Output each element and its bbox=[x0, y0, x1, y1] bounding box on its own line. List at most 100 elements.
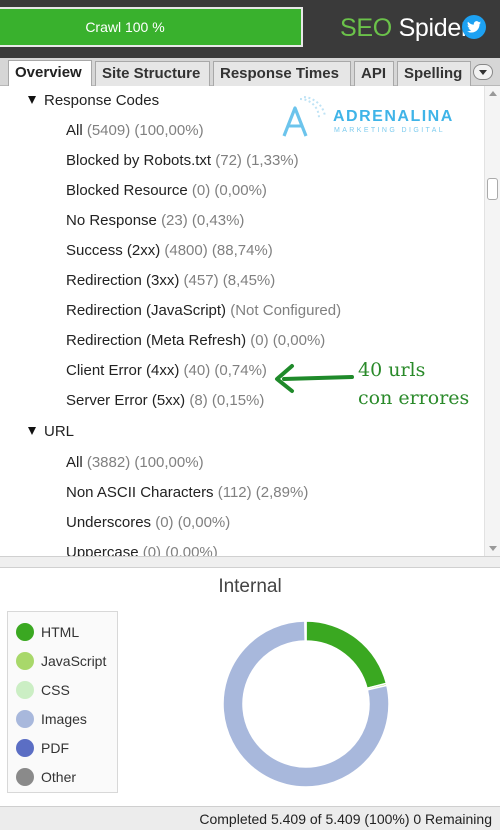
tree-item-redirection[interactable]: Redirection (3xx) (457) (8,45%) bbox=[66, 266, 275, 296]
status-text: Completed 5.409 of 5.409 (100%) 0 Remain… bbox=[199, 811, 492, 827]
legend-label: Images bbox=[41, 711, 87, 727]
crawl-progress-bar: Crawl 100 % bbox=[0, 7, 303, 47]
tree-item-count: (8) (0,15%) bbox=[189, 392, 265, 409]
scroll-thumb[interactable] bbox=[487, 178, 498, 200]
tree-item-label: Non ASCII Characters bbox=[66, 484, 214, 501]
internal-donut-chart bbox=[222, 620, 390, 788]
tab-response-times[interactable]: Response Times bbox=[213, 61, 351, 86]
tree-item-label: Success (2xx) bbox=[66, 242, 161, 259]
tree-item-label: Uppercase bbox=[66, 544, 139, 556]
expand-caret-icon[interactable] bbox=[28, 96, 36, 104]
brand-spider: Spider bbox=[398, 14, 470, 42]
legend-item-pdf[interactable]: PDF bbox=[16, 738, 69, 758]
adrenalina-logo-icon bbox=[282, 96, 326, 137]
tree-item-count: (457) (8,45%) bbox=[183, 272, 276, 289]
legend-label: Other bbox=[41, 769, 77, 785]
tree-item-count: (0) (0,00%) bbox=[191, 182, 267, 199]
tree-item-label: All bbox=[66, 454, 83, 471]
chart-title: Internal bbox=[0, 576, 500, 598]
tree-item-count: (4800) (88,74%) bbox=[164, 242, 273, 259]
tree-group-label: URL bbox=[44, 423, 75, 440]
app-logo: SEO Spider bbox=[340, 12, 469, 44]
scroll-down-arrow-icon[interactable] bbox=[489, 546, 497, 551]
tree-item-redirection-meta-refresh[interactable]: Redirection (Meta Refresh) (0) (0,00%) bbox=[66, 326, 325, 356]
legend-item-html[interactable]: HTML bbox=[16, 622, 79, 642]
tree-item-all-responses[interactable]: All (5409) (100,00%) bbox=[66, 116, 204, 146]
legend-swatch bbox=[16, 623, 34, 641]
tree-item-client-error[interactable]: Client Error (4xx) (40) (0,74%) bbox=[66, 356, 267, 386]
legend-swatch bbox=[16, 681, 34, 699]
tree-scrollbar[interactable] bbox=[484, 86, 500, 556]
tree-item-blocked-resource[interactable]: Blocked Resource (0) (0,00%) bbox=[66, 176, 267, 206]
tree-item-count: (112) (2,89%) bbox=[217, 484, 309, 501]
tree-group-url[interactable]: URL bbox=[28, 417, 74, 447]
brand-seo: SEO bbox=[340, 14, 392, 42]
tree-item-underscores[interactable]: Underscores (0) (0,00%) bbox=[66, 508, 230, 538]
expand-caret-icon[interactable] bbox=[28, 427, 36, 435]
tab-overflow-chevron-icon[interactable] bbox=[473, 64, 493, 80]
twitter-bird-icon bbox=[467, 21, 481, 33]
tab-site-structure[interactable]: Site Structure bbox=[95, 61, 210, 86]
tree-item-count: (5409) (100,00%) bbox=[86, 122, 204, 139]
chart-legend: HTML JavaScript CSS Images PDF Other bbox=[7, 611, 118, 793]
annotation-text: 40 urls con errores bbox=[358, 356, 469, 412]
tree-item-blocked-robots[interactable]: Blocked by Robots.txt (72) (1,33%) bbox=[66, 146, 299, 176]
legend-swatch bbox=[16, 739, 34, 757]
status-bar: Completed 5.409 of 5.409 (100%) 0 Remain… bbox=[0, 806, 500, 830]
tree-item-non-ascii[interactable]: Non ASCII Characters (112) (2,89%) bbox=[66, 478, 308, 508]
legend-swatch bbox=[16, 710, 34, 728]
chart-title-text: Internal bbox=[218, 576, 282, 597]
tree-item-server-error[interactable]: Server Error (5xx) (8) (0,15%) bbox=[66, 386, 264, 416]
tree-item-count: (0) (0,00%) bbox=[250, 332, 326, 349]
tree-item-success[interactable]: Success (2xx) (4800) (88,74%) bbox=[66, 236, 273, 266]
watermark-subtitle: MARKETING DIGITAL bbox=[334, 127, 446, 134]
tree-item-count: (3882) (100,00%) bbox=[86, 454, 204, 471]
tree-item-all-urls[interactable]: All (3882) (100,00%) bbox=[66, 448, 204, 478]
legend-label: HTML bbox=[41, 624, 80, 640]
tree-group-label: Response Codes bbox=[44, 92, 160, 109]
tree-item-count: (23) (0,43%) bbox=[161, 212, 245, 229]
scroll-up-arrow-icon[interactable] bbox=[489, 91, 497, 96]
tab-api[interactable]: API bbox=[354, 61, 394, 86]
tree-item-label: Server Error (5xx) bbox=[66, 392, 186, 409]
tree-item-count: (72) (1,33%) bbox=[215, 152, 299, 169]
legend-item-images[interactable]: Images bbox=[16, 709, 87, 729]
watermark-logo: ADRENALINA MARKETING DIGITAL bbox=[278, 96, 468, 138]
tree-item-label: No Response bbox=[66, 212, 157, 229]
tree-item-label: Blocked Resource bbox=[66, 182, 188, 199]
legend-item-other[interactable]: Other bbox=[16, 767, 76, 787]
legend-swatch bbox=[16, 652, 34, 670]
watermark-name: ADRENALINA bbox=[333, 108, 454, 125]
tree-item-count: (0) (0,00%) bbox=[142, 544, 218, 556]
twitter-icon[interactable] bbox=[462, 15, 486, 39]
chart-panel: Internal HTML JavaScript CSS Images PDF … bbox=[0, 568, 500, 806]
tree-item-uppercase[interactable]: Uppercase (0) (0,00%) bbox=[66, 538, 218, 556]
annotation-arrow-icon bbox=[275, 364, 354, 393]
donut-slice-other[interactable] bbox=[304, 620, 307, 642]
tree-group-response-codes[interactable]: Response Codes bbox=[28, 86, 159, 116]
app-header: Crawl 100 % SEO Spider bbox=[0, 0, 500, 58]
tab-spelling[interactable]: Spelling bbox=[397, 61, 471, 86]
tree-item-count: (0) (0,00%) bbox=[155, 514, 231, 531]
panel-splitter[interactable] bbox=[0, 556, 500, 568]
tab-overview[interactable]: Overview bbox=[8, 60, 92, 86]
tree-item-label: Underscores bbox=[66, 514, 152, 531]
tree-item-label: Client Error (4xx) bbox=[66, 362, 180, 379]
crawl-progress-label: Crawl 100 % bbox=[85, 19, 165, 35]
donut-slice-html[interactable] bbox=[305, 620, 388, 690]
tree-item-label: All bbox=[66, 122, 83, 139]
legend-label: JavaScript bbox=[41, 653, 107, 669]
legend-item-css[interactable]: CSS bbox=[16, 680, 70, 700]
tree-item-count: (Not Configured) bbox=[230, 302, 342, 319]
tree-item-no-response[interactable]: No Response (23) (0,43%) bbox=[66, 206, 244, 236]
legend-label: PDF bbox=[41, 740, 69, 756]
tree-item-label: Redirection (Meta Refresh) bbox=[66, 332, 247, 349]
overview-tree: Response Codes All (5409) (100,00%) Bloc… bbox=[0, 86, 484, 556]
tree-item-label: Blocked by Robots.txt bbox=[66, 152, 212, 169]
tree-item-label: Redirection (JavaScript) bbox=[66, 302, 227, 319]
tree-item-count: (40) (0,74%) bbox=[183, 362, 267, 379]
legend-item-javascript[interactable]: JavaScript bbox=[16, 651, 106, 671]
annotation-line-1: 40 urls bbox=[358, 359, 426, 381]
tab-bar: Overview Site Structure Response Times A… bbox=[0, 58, 500, 86]
tree-item-redirection-javascript[interactable]: Redirection (JavaScript) (Not Configured… bbox=[66, 296, 341, 326]
